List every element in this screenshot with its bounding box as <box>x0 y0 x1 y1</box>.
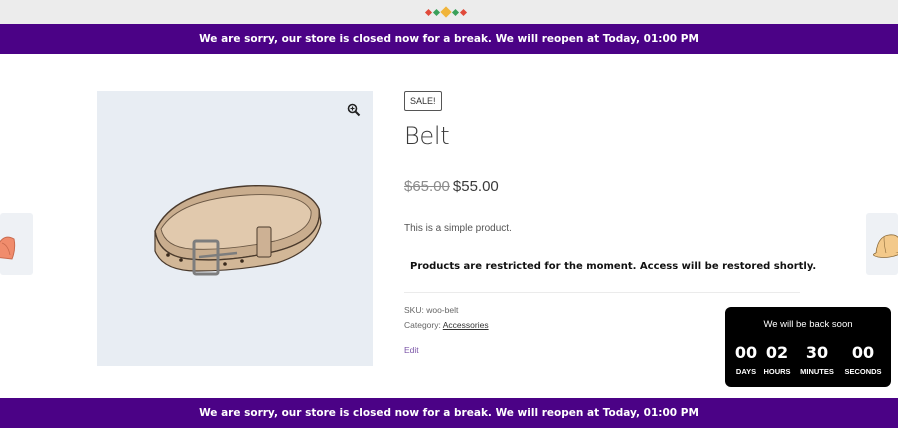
category-link[interactable]: Accessories <box>443 320 489 330</box>
countdown-seconds-value: 00 <box>851 343 875 362</box>
restriction-notice: Products are restricted for the moment. … <box>410 261 817 272</box>
sku-label: SKU: <box>404 305 427 315</box>
countdown-days: 00 DAYS <box>731 343 761 376</box>
top-strip <box>0 0 898 24</box>
store-closed-banner-top: We are sorry, our store is closed now fo… <box>0 24 898 54</box>
sku-value: woo-belt <box>426 305 459 315</box>
previous-product-thumbnail[interactable] <box>0 213 33 275</box>
countdown-hours-value: 02 <box>765 343 789 362</box>
store-closed-banner-bottom: We are sorry, our store is closed now fo… <box>0 398 898 428</box>
short-description: This is a simple product. <box>404 223 512 234</box>
belt-image <box>154 184 322 276</box>
product-price: $65.00 $55.00 <box>404 178 499 195</box>
sale-price: $55.00 <box>452 178 499 195</box>
countdown-minutes-value: 30 <box>805 343 829 362</box>
countdown-minutes-label: MINUTES <box>800 367 834 376</box>
product-category: Category: Accessories <box>404 320 489 330</box>
countdown-hours-label: HOURS <box>763 367 791 376</box>
regular-price: $65.00 <box>404 178 450 195</box>
countdown-seconds-label: SECONDS <box>844 367 882 376</box>
product-page: We are sorry, our store is closed now fo… <box>0 0 898 428</box>
countdown-seconds: 00 SECONDS <box>841 343 885 376</box>
sale-badge: SALE! <box>404 91 442 111</box>
countdown-hours: 02 HOURS <box>761 343 793 376</box>
decorative-dots-icon <box>424 6 472 18</box>
product-title: Belt <box>404 122 450 150</box>
countdown-widget: We will be back soon 00 DAYS 02 HOURS 30… <box>725 307 891 387</box>
category-label: Category: <box>404 320 443 330</box>
product-image[interactable] <box>97 91 373 366</box>
next-product-thumbnail[interactable] <box>866 213 898 275</box>
hat-icon <box>873 234 898 258</box>
countdown-title: We will be back soon <box>763 319 853 330</box>
countdown-minutes: 30 MINUTES <box>795 343 839 376</box>
countdown-days-label: DAYS <box>735 367 757 376</box>
product-sku: SKU: woo-belt <box>404 305 458 315</box>
divider <box>404 292 800 293</box>
magnifier-plus-icon[interactable] <box>347 103 361 117</box>
edit-link[interactable]: Edit <box>404 345 419 355</box>
cap-icon <box>0 236 16 260</box>
countdown-days-value: 00 <box>734 343 758 362</box>
